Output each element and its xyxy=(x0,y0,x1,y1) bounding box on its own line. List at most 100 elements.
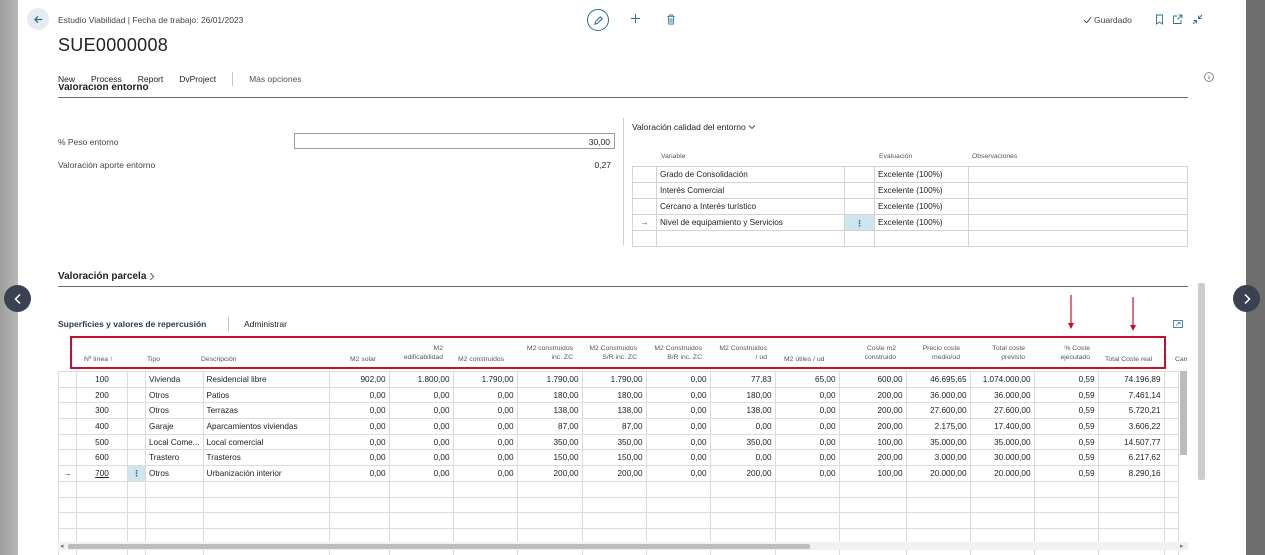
tipo-cell[interactable]: Otros xyxy=(145,386,204,404)
m2-edificabilidad-cell[interactable]: 0,00 xyxy=(388,465,454,482)
m2-inc-zc-cell[interactable] xyxy=(516,496,583,514)
m2-ud-cell[interactable]: 350,00 xyxy=(709,433,776,451)
m2-edificabilidad-cell[interactable]: 0,00 xyxy=(388,402,454,420)
m2-utiles-cell[interactable]: 65,00 xyxy=(774,371,840,388)
m2-br-cell[interactable]: 0,00 xyxy=(645,433,711,451)
m2-ud-cell[interactable]: 0,00 xyxy=(709,449,776,467)
descripcion-cell[interactable]: Residencial libre xyxy=(202,371,330,388)
m2-sr-cell[interactable]: 350,00 xyxy=(581,433,647,451)
table-row[interactable]: 400 Garaje Aparcamientos viviendas 0,00 0,00… xyxy=(58,418,1179,435)
open-new-window-button[interactable] xyxy=(1171,13,1183,25)
linea-cell[interactable]: 100 xyxy=(76,371,128,388)
tipo-cell[interactable] xyxy=(145,512,204,529)
horizontal-scrollbar-thumb[interactable] xyxy=(68,544,810,549)
m2-br-cell[interactable]: 0,00 xyxy=(645,386,711,404)
observaciones-cell[interactable] xyxy=(968,214,1188,231)
variable-cell[interactable]: Grado de Consolidación xyxy=(656,166,845,183)
m2-sr-cell[interactable]: 150,00 xyxy=(581,449,647,467)
coste-m2-cell[interactable] xyxy=(838,480,907,498)
pct-coste-cell[interactable]: 0,59 xyxy=(1033,465,1099,482)
tipo-cell[interactable] xyxy=(145,480,204,498)
precio-coste-cell[interactable]: 35.000,00 xyxy=(905,433,971,451)
m2-inc-zc-cell[interactable]: 350,00 xyxy=(516,433,583,451)
m2-br-cell[interactable] xyxy=(645,512,711,529)
m2-inc-zc-cell[interactable]: 1.790,00 xyxy=(516,371,583,388)
table-row-empty[interactable] xyxy=(632,230,1188,247)
total-previsto-cell[interactable]: 35.000,00 xyxy=(969,433,1035,451)
table-row-empty[interactable] xyxy=(58,480,1179,498)
precio-coste-cell[interactable] xyxy=(905,496,971,514)
m2-ud-cell[interactable]: 77,83 xyxy=(709,371,776,388)
variable-cell[interactable]: Nivel de equipamiento y Servicios xyxy=(656,214,845,231)
descripcion-cell[interactable]: Urbanización interior xyxy=(202,465,330,482)
observaciones-cell[interactable] xyxy=(968,198,1188,215)
m2-br-cell[interactable] xyxy=(645,480,711,498)
precio-coste-cell[interactable]: 36.000,00 xyxy=(905,386,971,404)
m2-inc-zc-cell[interactable] xyxy=(516,480,583,498)
tipo-cell[interactable]: Trastero xyxy=(145,449,204,467)
coste-m2-cell[interactable] xyxy=(838,512,907,529)
total-previsto-cell[interactable]: 36.000,00 xyxy=(969,386,1035,404)
action-dvproject[interactable]: DvProject xyxy=(179,74,216,84)
coste-m2-cell[interactable]: 200,00 xyxy=(838,386,907,404)
col-header-m2-solar[interactable]: M2 solar xyxy=(350,355,376,364)
tipo-cell[interactable]: Otros xyxy=(145,465,204,482)
m2-solar-cell[interactable]: 0,00 xyxy=(328,433,390,451)
linea-cell[interactable]: 300 xyxy=(76,402,128,420)
precio-coste-cell[interactable]: 2.175,00 xyxy=(905,418,971,435)
m2-edificabilidad-cell[interactable] xyxy=(388,496,454,514)
m2-utiles-cell[interactable] xyxy=(774,480,840,498)
pct-coste-cell[interactable]: 0,59 xyxy=(1033,402,1099,420)
pct-coste-cell[interactable]: 0,59 xyxy=(1033,371,1099,388)
col-header-linea[interactable]: Nº línea ↑ xyxy=(84,355,113,364)
m2-utiles-cell[interactable]: 0,00 xyxy=(774,465,840,482)
m2-edificabilidad-cell[interactable]: 0,00 xyxy=(388,418,454,435)
back-button[interactable] xyxy=(27,8,49,30)
m2-sr-cell[interactable]: 200,00 xyxy=(581,465,647,482)
m2-construidos-cell[interactable]: 1.790,00 xyxy=(452,371,518,388)
m2-solar-cell[interactable]: 902,00 xyxy=(328,371,390,388)
total-real-cell[interactable]: 8.290,16 xyxy=(1097,465,1165,482)
m2-sr-cell[interactable] xyxy=(581,480,647,498)
linea-cell[interactable] xyxy=(76,512,128,529)
pct-coste-cell[interactable] xyxy=(1033,512,1099,529)
col-header-tipo[interactable]: Tipo xyxy=(147,355,160,364)
table-row[interactable]: 100 Vivienda Residencial libre 902,00 1.800,… xyxy=(58,371,1179,388)
pct-coste-cell[interactable] xyxy=(1033,480,1099,498)
m2-solar-cell[interactable] xyxy=(328,496,390,514)
total-previsto-cell[interactable]: 30.000,00 xyxy=(969,449,1035,467)
coste-m2-cell[interactable]: 200,00 xyxy=(838,449,907,467)
m2-br-cell[interactable]: 0,00 xyxy=(645,371,711,388)
table-row-selected[interactable]: → Nivel de equipamiento y Servicios ⋮ Ex… xyxy=(632,214,1188,231)
coste-m2-cell[interactable]: 600,00 xyxy=(838,371,907,388)
col-header-m2-construidos[interactable]: M2 construidos xyxy=(458,355,504,364)
col-header-evaluacion[interactable]: Evaluación xyxy=(879,153,912,160)
table-row[interactable]: 600 Trastero Trasteros 0,00 0,00 0,00 150,00 15… xyxy=(58,449,1179,467)
m2-ud-cell[interactable] xyxy=(709,496,776,514)
action-new[interactable]: New xyxy=(58,74,75,84)
variable-cell[interactable]: Cercano a Interés turístico xyxy=(656,198,845,215)
m2-sr-cell[interactable] xyxy=(581,512,647,529)
scroll-left-icon[interactable]: ◂ xyxy=(60,542,64,550)
m2-construidos-cell[interactable]: 0,00 xyxy=(452,386,518,404)
edit-button[interactable] xyxy=(587,9,609,31)
table-row-empty[interactable] xyxy=(58,512,1179,529)
precio-coste-cell[interactable] xyxy=(905,512,971,529)
m2-construidos-cell[interactable] xyxy=(452,496,518,514)
table-row[interactable]: 500 Local Come... Local comercial 0,00 0,00 0… xyxy=(58,433,1179,451)
evaluacion-cell[interactable]: Excelente (100%) xyxy=(874,198,969,215)
m2-ud-cell[interactable]: 0,00 xyxy=(709,418,776,435)
delete-button[interactable] xyxy=(665,12,677,26)
total-real-cell[interactable]: 3.606,22 xyxy=(1097,418,1165,435)
superficies-title[interactable]: Superficies y valores de repercusión xyxy=(58,319,206,329)
evaluacion-cell[interactable]: Excelente (100%) xyxy=(874,166,969,183)
m2-utiles-cell[interactable]: 0,00 xyxy=(774,449,840,467)
m2-sr-cell[interactable] xyxy=(581,496,647,514)
col-header-cut[interactable]: Can xyxy=(1175,355,1187,364)
m2-inc-zc-cell[interactable]: 87,00 xyxy=(516,418,583,435)
m2-edificabilidad-cell[interactable]: 0,00 xyxy=(388,386,454,404)
coste-m2-cell[interactable] xyxy=(838,496,907,514)
section-title-parcela[interactable]: Valoración parcela xyxy=(58,271,155,282)
col-header-m2-edificabilidad[interactable]: M2 edificabilidad xyxy=(401,344,443,362)
m2-br-cell[interactable] xyxy=(645,496,711,514)
